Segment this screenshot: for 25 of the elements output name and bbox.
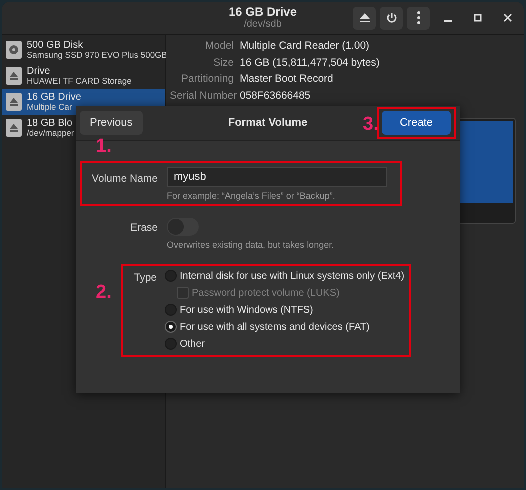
detail-value: Master Boot Record <box>240 72 334 87</box>
field-label: Erase <box>130 222 158 234</box>
detail-value: Multiple Card Reader (1.00) <box>240 39 371 54</box>
hint-text: For example: “Angela’s Files” or “Backup”. <box>167 191 336 201</box>
step-number: 1. <box>96 137 112 156</box>
drive-description: HUAWEI TF CARD Storage <box>27 76 132 86</box>
detail-label: Model <box>204 39 234 54</box>
drive-name: 500 GB Disk <box>27 40 84 51</box>
window-subtitle: /dev/sdb <box>244 19 282 30</box>
field-label: Volume Name <box>91 173 158 185</box>
detail-label: Size <box>212 56 234 70</box>
dialog-title: Format Volume <box>228 117 308 129</box>
detail-value: 16 GB (15,811,477,504 bytes) <box>240 56 381 70</box>
drive-name: Drive <box>27 66 52 77</box>
drive-description: Multiple Car <box>27 102 74 112</box>
drive-description: /dev/mapper <box>27 128 74 138</box>
hint-text: Overwrites existing data, but takes longer. <box>167 240 334 250</box>
window-title: 16 GB Drive <box>228 5 298 19</box>
step-number: 2. <box>96 283 112 302</box>
field-label: Type <box>133 272 157 284</box>
drive-name: 18 GB Blo <box>27 118 74 129</box>
detail-label: Partitioning <box>180 72 234 87</box>
drive-description: Samsung SSD 970 EVO Plus 500GB <box>27 50 168 60</box>
detail-value: 058F63666485 <box>240 88 312 104</box>
drive-name: 16 GB Drive <box>27 92 82 103</box>
